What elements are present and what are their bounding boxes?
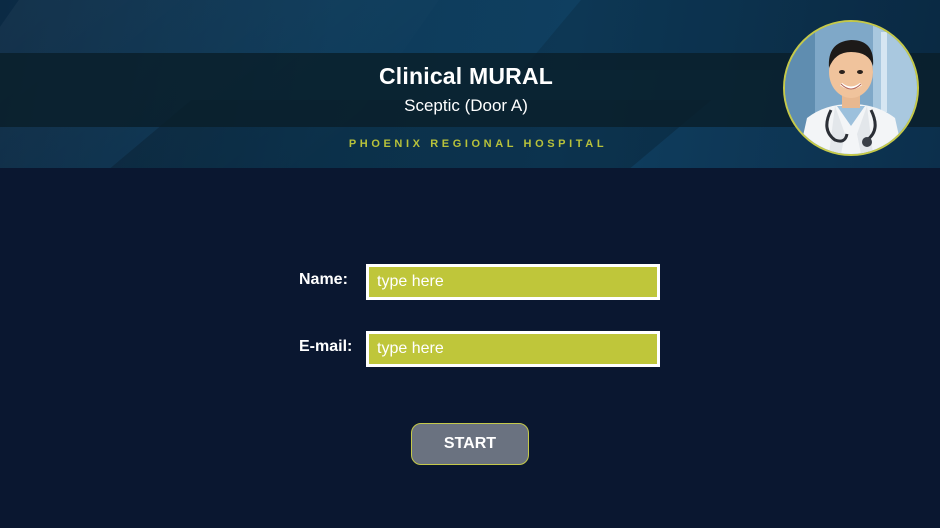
login-screen: Clinical MURAL Sceptic (Door A) PHOENIX …	[0, 0, 940, 528]
name-label: Name:	[299, 271, 348, 288]
name-input[interactable]	[366, 264, 660, 300]
doctor-photo-icon	[785, 22, 917, 154]
start-button[interactable]: START	[411, 423, 529, 465]
email-label: E-mail:	[299, 338, 353, 355]
email-input[interactable]	[366, 331, 660, 367]
doctor-avatar	[783, 20, 919, 156]
